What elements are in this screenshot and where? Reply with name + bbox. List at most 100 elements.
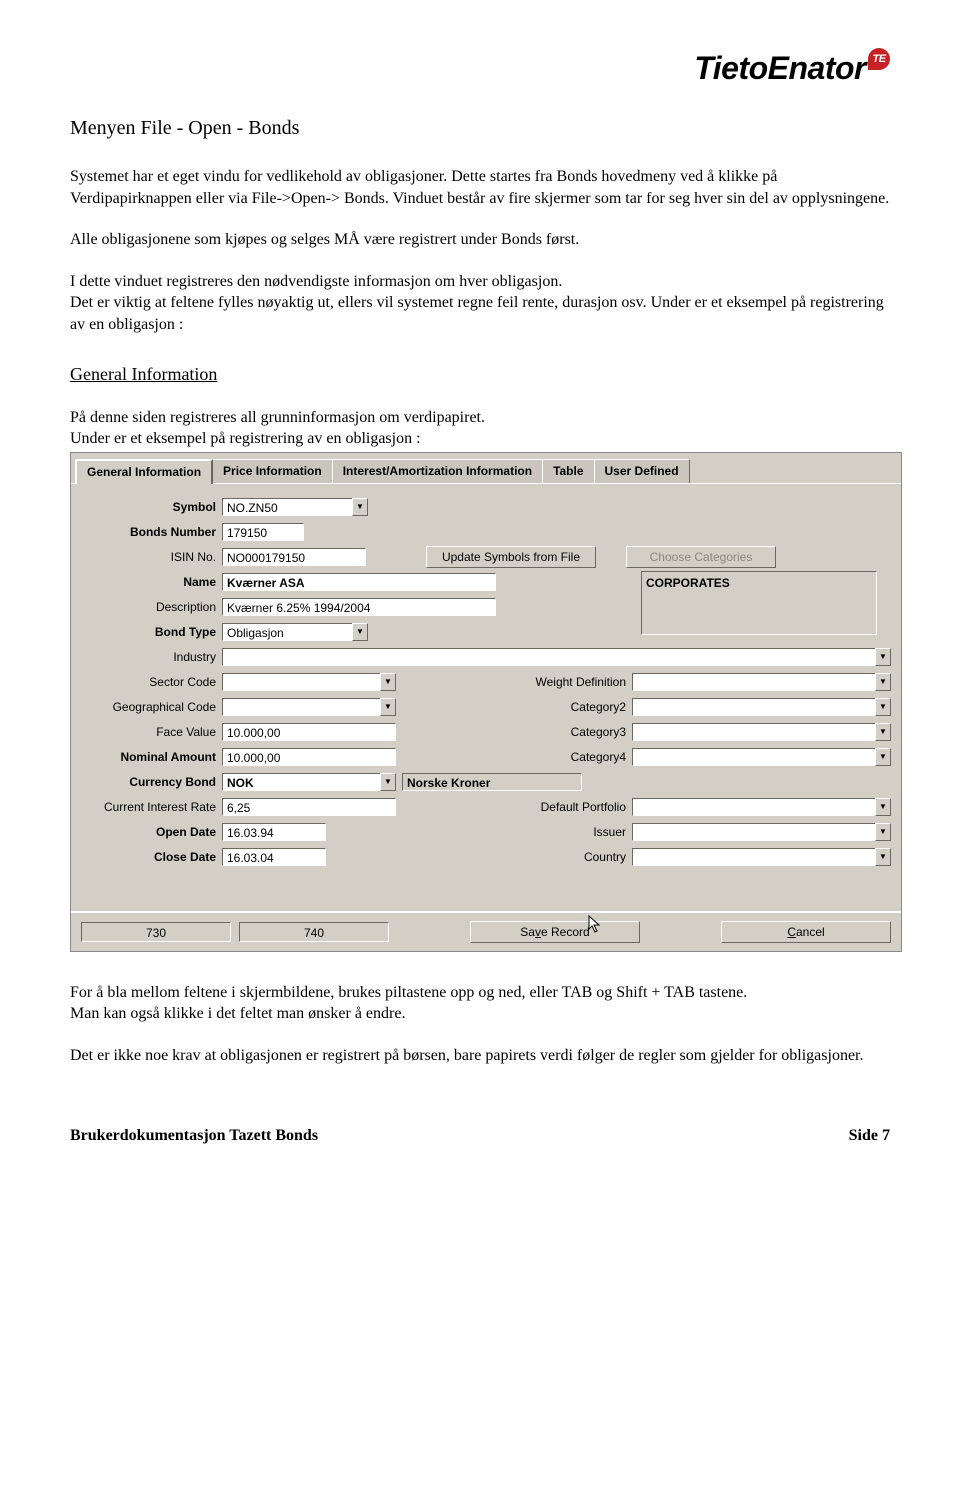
label-name: Name bbox=[81, 575, 222, 589]
label-description: Description bbox=[81, 600, 222, 614]
footer-right: Side 7 bbox=[849, 1127, 890, 1145]
cat4-input[interactable] bbox=[632, 748, 875, 766]
save-record-button[interactable]: Save Record bbox=[470, 921, 640, 943]
label-cat4: Category4 bbox=[396, 750, 632, 764]
cat2-input[interactable] bbox=[632, 698, 875, 716]
label-country: Country bbox=[326, 850, 632, 864]
tab-price[interactable]: Price Information bbox=[212, 459, 333, 483]
label-bonds-number: Bonds Number bbox=[81, 525, 222, 539]
update-symbols-button[interactable]: Update Symbols from File bbox=[426, 546, 596, 568]
label-nominal: Nominal Amount bbox=[81, 750, 222, 764]
sector-combo[interactable]: ▼ bbox=[222, 673, 396, 691]
bonds-number-input[interactable]: 179150 bbox=[222, 523, 304, 541]
label-sector-code: Sector Code bbox=[81, 675, 222, 689]
chevron-down-icon[interactable]: ▼ bbox=[352, 623, 368, 641]
industry-combo[interactable]: ▼ bbox=[222, 648, 891, 666]
intro-para-6: Under er et eksempel på registrering av … bbox=[70, 428, 890, 450]
weight-input[interactable] bbox=[632, 673, 875, 691]
bonds-window: General Information Price Information In… bbox=[70, 452, 902, 952]
intro-para-2: Alle obligasjonene som kjøpes og selges … bbox=[70, 229, 890, 251]
bottom-bar: 730 740 Save Record Cancel bbox=[71, 911, 901, 951]
outro-para-2: Man kan også klikke i det feltet man øns… bbox=[70, 1003, 890, 1025]
section-subhead: General Information bbox=[70, 364, 890, 385]
symbol-input[interactable]: NO.ZN50 bbox=[222, 498, 352, 516]
label-default-portfolio: Default Portfolio bbox=[396, 800, 632, 814]
tab-table[interactable]: Table bbox=[542, 459, 594, 483]
chevron-down-icon[interactable]: ▼ bbox=[352, 498, 368, 516]
cat2-combo[interactable]: ▼ bbox=[632, 698, 891, 716]
intro-para-5: På denne siden registreres all grunninfo… bbox=[70, 407, 890, 429]
issuer-input[interactable] bbox=[632, 823, 875, 841]
country-input[interactable] bbox=[632, 848, 875, 866]
chevron-down-icon[interactable]: ▼ bbox=[875, 723, 891, 741]
label-interest: Current Interest Rate bbox=[81, 800, 222, 814]
brand-logo: TietoEnator TE bbox=[70, 50, 890, 87]
chevron-down-icon[interactable]: ▼ bbox=[875, 748, 891, 766]
label-issuer: Issuer bbox=[326, 825, 632, 839]
chevron-down-icon[interactable]: ▼ bbox=[875, 673, 891, 691]
tab-strip: General Information Price Information In… bbox=[71, 453, 901, 483]
interest-input[interactable]: 6,25 bbox=[222, 798, 396, 816]
industry-input[interactable] bbox=[222, 648, 875, 666]
cat3-combo[interactable]: ▼ bbox=[632, 723, 891, 741]
chevron-down-icon[interactable]: ▼ bbox=[875, 823, 891, 841]
outro-para-3: Det er ikke noe krav at obligasjonen er … bbox=[70, 1045, 890, 1067]
currency-combo[interactable]: NOK ▼ bbox=[222, 773, 396, 791]
open-date-input[interactable]: 16.03.94 bbox=[222, 823, 326, 841]
label-close-date: Close Date bbox=[81, 850, 222, 864]
name-input[interactable]: Kværner ASA bbox=[222, 573, 496, 591]
label-cat2: Category2 bbox=[396, 700, 632, 714]
tab-user[interactable]: User Defined bbox=[594, 459, 690, 483]
label-currency: Currency Bond bbox=[81, 775, 222, 789]
footer-left: Brukerdokumentasjon Tazett Bonds bbox=[70, 1127, 318, 1145]
country-combo[interactable]: ▼ bbox=[632, 848, 891, 866]
tab-general[interactable]: General Information bbox=[75, 459, 213, 484]
sector-input[interactable] bbox=[222, 673, 380, 691]
geo-combo[interactable]: ▼ bbox=[222, 698, 396, 716]
label-weight-def: Weight Definition bbox=[396, 675, 632, 689]
choose-categories-button[interactable]: Choose Categories bbox=[626, 546, 776, 568]
form-area: Symbol NO.ZN50 ▼ Bonds Number 179150 ISI… bbox=[71, 483, 901, 911]
chevron-down-icon[interactable]: ▼ bbox=[875, 798, 891, 816]
label-face-value: Face Value bbox=[81, 725, 222, 739]
chevron-down-icon[interactable]: ▼ bbox=[380, 773, 396, 791]
label-cat3: Category3 bbox=[396, 725, 632, 739]
geo-input[interactable] bbox=[222, 698, 380, 716]
portfolio-combo[interactable]: ▼ bbox=[632, 798, 891, 816]
currency-input[interactable]: NOK bbox=[222, 773, 380, 791]
nominal-input[interactable]: 10.000,00 bbox=[222, 748, 396, 766]
bond-type-combo[interactable]: Obligasjon ▼ bbox=[222, 623, 368, 641]
issuer-combo[interactable]: ▼ bbox=[632, 823, 891, 841]
isin-input[interactable]: NO000179150 bbox=[222, 548, 366, 566]
portfolio-input[interactable] bbox=[632, 798, 875, 816]
chevron-down-icon[interactable]: ▼ bbox=[380, 673, 396, 691]
label-symbol: Symbol bbox=[81, 500, 222, 514]
tab-interest[interactable]: Interest/Amortization Information bbox=[332, 459, 543, 483]
description-input[interactable]: Kværner 6.25% 1994/2004 bbox=[222, 598, 496, 616]
cancel-button[interactable]: Cancel bbox=[721, 921, 891, 943]
bond-type-input[interactable]: Obligasjon bbox=[222, 623, 352, 641]
cat3-input[interactable] bbox=[632, 723, 875, 741]
label-industry: Industry bbox=[81, 650, 222, 664]
intro-para-1: Systemet har et eget vindu for vedlikeho… bbox=[70, 166, 890, 209]
brand-badge: TE bbox=[868, 48, 890, 70]
chevron-down-icon[interactable]: ▼ bbox=[875, 848, 891, 866]
chevron-down-icon[interactable]: ▼ bbox=[875, 698, 891, 716]
chevron-down-icon[interactable]: ▼ bbox=[875, 648, 891, 666]
close-date-input[interactable]: 16.03.04 bbox=[222, 848, 326, 866]
category-display: CORPORATES bbox=[641, 571, 877, 635]
symbol-combo[interactable]: NO.ZN50 ▼ bbox=[222, 498, 368, 516]
chevron-down-icon[interactable]: ▼ bbox=[380, 698, 396, 716]
face-value-input[interactable]: 10.000,00 bbox=[222, 723, 396, 741]
brand-name: TietoEnator bbox=[694, 50, 866, 87]
label-geo: Geographical Code bbox=[81, 700, 222, 714]
weight-combo[interactable]: ▼ bbox=[632, 673, 891, 691]
status-right: 740 bbox=[239, 922, 389, 942]
outro-para-1: For å bla mellom feltene i skjermbildene… bbox=[70, 982, 890, 1004]
status-left: 730 bbox=[81, 922, 231, 942]
cat4-combo[interactable]: ▼ bbox=[632, 748, 891, 766]
intro-para-4: Det er viktig at feltene fylles nøyaktig… bbox=[70, 292, 890, 335]
currency-name-display: Norske Kroner bbox=[402, 773, 582, 791]
label-isin: ISIN No. bbox=[81, 550, 222, 564]
intro-para-3: I dette vinduet registreres den nødvendi… bbox=[70, 271, 890, 293]
